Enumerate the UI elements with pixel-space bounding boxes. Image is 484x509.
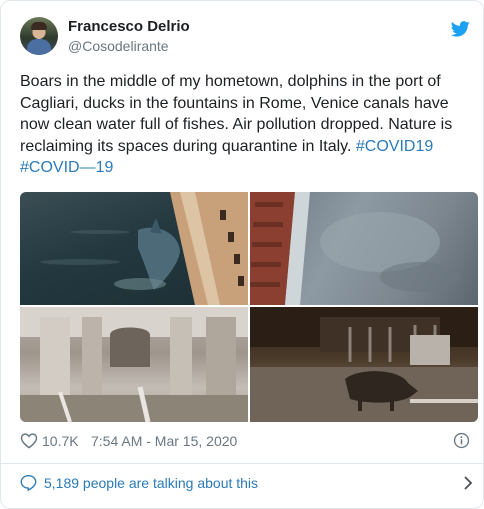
canal-water-photo[interactable]	[250, 192, 478, 305]
hashtag-covid19[interactable]: #COVID19	[356, 138, 433, 155]
twitter-bird-icon[interactable]	[451, 21, 470, 37]
author-name[interactable]: Francesco Delrio	[68, 18, 190, 35]
speech-bubble-icon	[20, 475, 37, 491]
author-handle[interactable]: @Cosodelirante	[68, 38, 169, 54]
divider	[1, 463, 483, 464]
dolphin-in-port-photo[interactable]	[20, 192, 248, 305]
boar-in-street-photo[interactable]	[250, 307, 478, 422]
tweet-text: Boars in the middle of my hometown, dolp…	[20, 71, 470, 179]
media-grid	[20, 192, 478, 422]
conversation-link[interactable]: 5,189 people are talking about this	[20, 472, 475, 494]
like-count[interactable]: 10.7K	[42, 433, 79, 449]
tweet-header: Francesco Delrio @Cosodelirante	[20, 16, 470, 64]
hashtag-covid-19[interactable]: #COVID—19	[20, 159, 113, 176]
tweet-timestamp[interactable]: 7:54 AM - Mar 15, 2020	[91, 433, 237, 449]
tweet-card: Francesco Delrio @Cosodelirante Boars in…	[0, 0, 484, 509]
info-icon[interactable]	[453, 432, 470, 449]
heart-icon[interactable]	[20, 432, 38, 449]
tweet-meta: 10.7K 7:54 AM - Mar 15, 2020	[20, 431, 470, 453]
chevron-right-icon[interactable]	[463, 475, 473, 491]
avatar[interactable]	[20, 17, 58, 55]
fountain-photo[interactable]	[20, 307, 248, 422]
talking-count-label[interactable]: 5,189 people are talking about this	[44, 475, 258, 491]
